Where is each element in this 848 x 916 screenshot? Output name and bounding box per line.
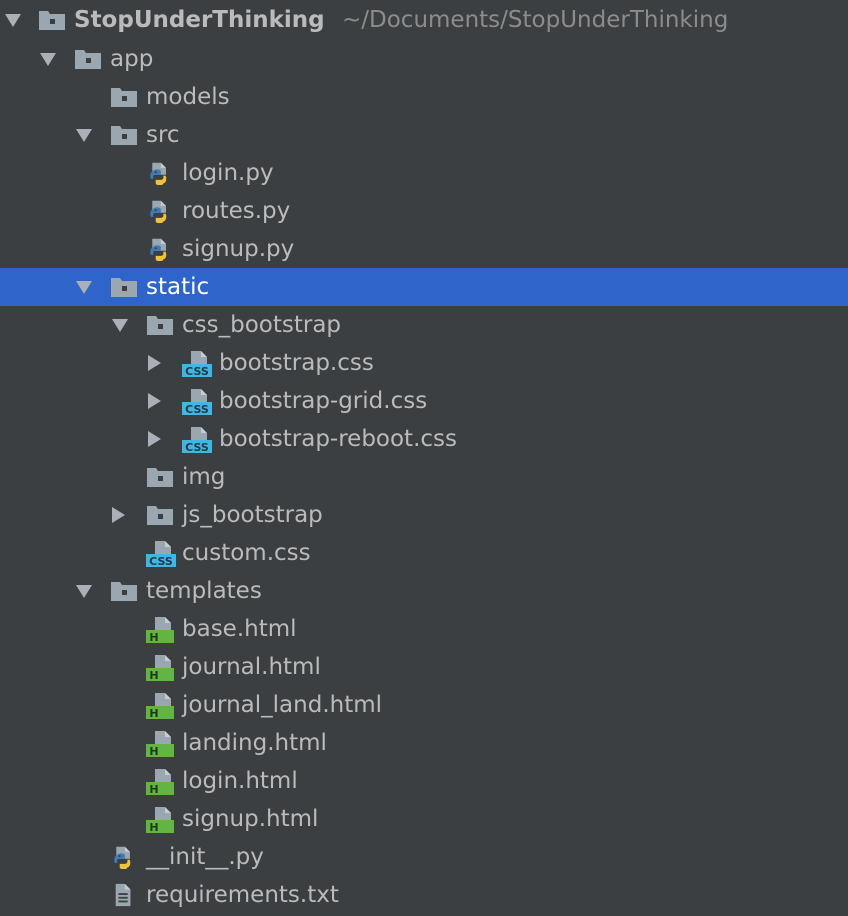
css-file-icon: CSS	[182, 427, 212, 453]
file-label: journal_land.html	[182, 692, 383, 718]
css-file-icon: CSS	[182, 351, 212, 377]
file-label: custom.css	[182, 540, 311, 566]
css-file-icon: CSS	[182, 389, 212, 415]
project-tree: StopUnderThinking ~/Documents/StopUnderT…	[0, 0, 848, 916]
folder-icon	[146, 465, 174, 489]
file-label: routes.py	[182, 198, 291, 224]
tree-row-bootstrap-css[interactable]: CSS bootstrap.css	[0, 344, 848, 382]
tree-row-signup-html[interactable]: H signup.html	[0, 800, 848, 838]
svg-text:CSS: CSS	[185, 365, 209, 377]
tree-row-bootstrap-reboot-css[interactable]: CSS bootstrap-reboot.css	[0, 420, 848, 458]
tree-row-root[interactable]: StopUnderThinking ~/Documents/StopUnderT…	[0, 1, 848, 39]
root-folder-label: StopUnderThinking	[74, 7, 325, 33]
tree-row-login-py[interactable]: login.py	[0, 154, 848, 192]
svg-text:H: H	[149, 669, 158, 681]
chevron-right-icon[interactable]	[109, 506, 127, 524]
tree-row-bootstrap-grid-css[interactable]: CSS bootstrap-grid.css	[0, 382, 848, 420]
tree-row-login-html[interactable]: H login.html	[0, 762, 848, 800]
chevron-right-icon[interactable]	[145, 354, 163, 372]
file-label: base.html	[182, 616, 297, 642]
tree-row-app[interactable]: app	[0, 40, 848, 78]
tree-row-base-html[interactable]: H base.html	[0, 610, 848, 648]
chevron-down-icon[interactable]	[75, 278, 93, 296]
file-label: journal.html	[182, 654, 321, 680]
file-label: bootstrap-grid.css	[219, 388, 428, 414]
file-label: signup.html	[182, 806, 319, 832]
folder-label: img	[182, 464, 226, 490]
folder-icon	[110, 275, 138, 299]
html-file-icon: H	[146, 807, 174, 833]
folder-icon	[146, 313, 174, 337]
tree-row-templates[interactable]: templates	[0, 572, 848, 610]
folder-icon	[110, 579, 138, 603]
tree-row-signup-py[interactable]: signup.py	[0, 230, 848, 268]
folder-label: css_bootstrap	[182, 312, 342, 338]
file-label: __init__.py	[146, 844, 264, 870]
chevron-right-icon[interactable]	[145, 430, 163, 448]
file-label: requirements.txt	[146, 882, 339, 908]
tree-row-css-bootstrap[interactable]: css_bootstrap	[0, 306, 848, 344]
chevron-down-icon[interactable]	[75, 582, 93, 600]
svg-text:H: H	[149, 745, 158, 757]
file-label: bootstrap.css	[219, 350, 374, 376]
folder-label: templates	[146, 578, 262, 604]
folder-icon	[74, 47, 102, 71]
folder-label: models	[146, 84, 230, 110]
tree-row-routes-py[interactable]: routes.py	[0, 192, 848, 230]
file-label: landing.html	[182, 730, 327, 756]
html-file-icon: H	[146, 731, 174, 757]
svg-text:H: H	[149, 783, 158, 795]
html-file-icon: H	[146, 617, 174, 643]
folder-label: src	[146, 122, 180, 148]
folder-icon	[110, 123, 138, 147]
html-file-icon: H	[146, 769, 174, 795]
file-label: signup.py	[182, 236, 295, 262]
python-file-icon	[110, 845, 138, 869]
tree-row-init-py[interactable]: __init__.py	[0, 838, 848, 876]
folder-label: static	[146, 274, 210, 300]
svg-text:H: H	[149, 631, 158, 643]
tree-row-img[interactable]: img	[0, 458, 848, 496]
html-file-icon: H	[146, 693, 174, 719]
tree-row-js-bootstrap[interactable]: js_bootstrap	[0, 496, 848, 534]
folder-icon	[38, 8, 66, 32]
chevron-down-icon[interactable]	[39, 50, 57, 68]
chevron-down-icon[interactable]	[4, 11, 22, 29]
svg-text:CSS: CSS	[185, 441, 209, 453]
svg-text:H: H	[149, 821, 158, 833]
html-file-icon: H	[146, 655, 174, 681]
chevron-right-icon[interactable]	[145, 392, 163, 410]
chevron-down-icon[interactable]	[111, 316, 129, 334]
folder-label: app	[110, 46, 154, 72]
folder-icon	[110, 85, 138, 109]
root-folder-path: ~/Documents/StopUnderThinking	[342, 7, 729, 33]
css-file-icon: CSS	[146, 541, 176, 567]
tree-row-landing-html[interactable]: H landing.html	[0, 724, 848, 762]
tree-row-src[interactable]: src	[0, 116, 848, 154]
tree-row-custom-css[interactable]: CSS custom.css	[0, 534, 848, 572]
svg-text:H: H	[149, 707, 158, 719]
chevron-down-icon[interactable]	[75, 126, 93, 144]
folder-icon	[146, 503, 174, 527]
tree-row-static[interactable]: static	[0, 268, 848, 306]
tree-row-journal-html[interactable]: H journal.html	[0, 648, 848, 686]
tree-row-requirements-txt[interactable]: requirements.txt	[0, 876, 848, 914]
python-file-icon	[146, 199, 174, 223]
tree-row-journal-land-html[interactable]: H journal_land.html	[0, 686, 848, 724]
tree-row-models[interactable]: models	[0, 78, 848, 116]
python-file-icon	[146, 237, 174, 261]
python-file-icon	[146, 161, 174, 185]
file-label: login.py	[182, 160, 274, 186]
svg-text:CSS: CSS	[149, 555, 173, 567]
file-label: login.html	[182, 768, 298, 794]
file-label: bootstrap-reboot.css	[219, 426, 457, 452]
text-file-icon	[110, 883, 138, 907]
folder-label: js_bootstrap	[182, 502, 323, 528]
svg-text:CSS: CSS	[185, 403, 209, 415]
